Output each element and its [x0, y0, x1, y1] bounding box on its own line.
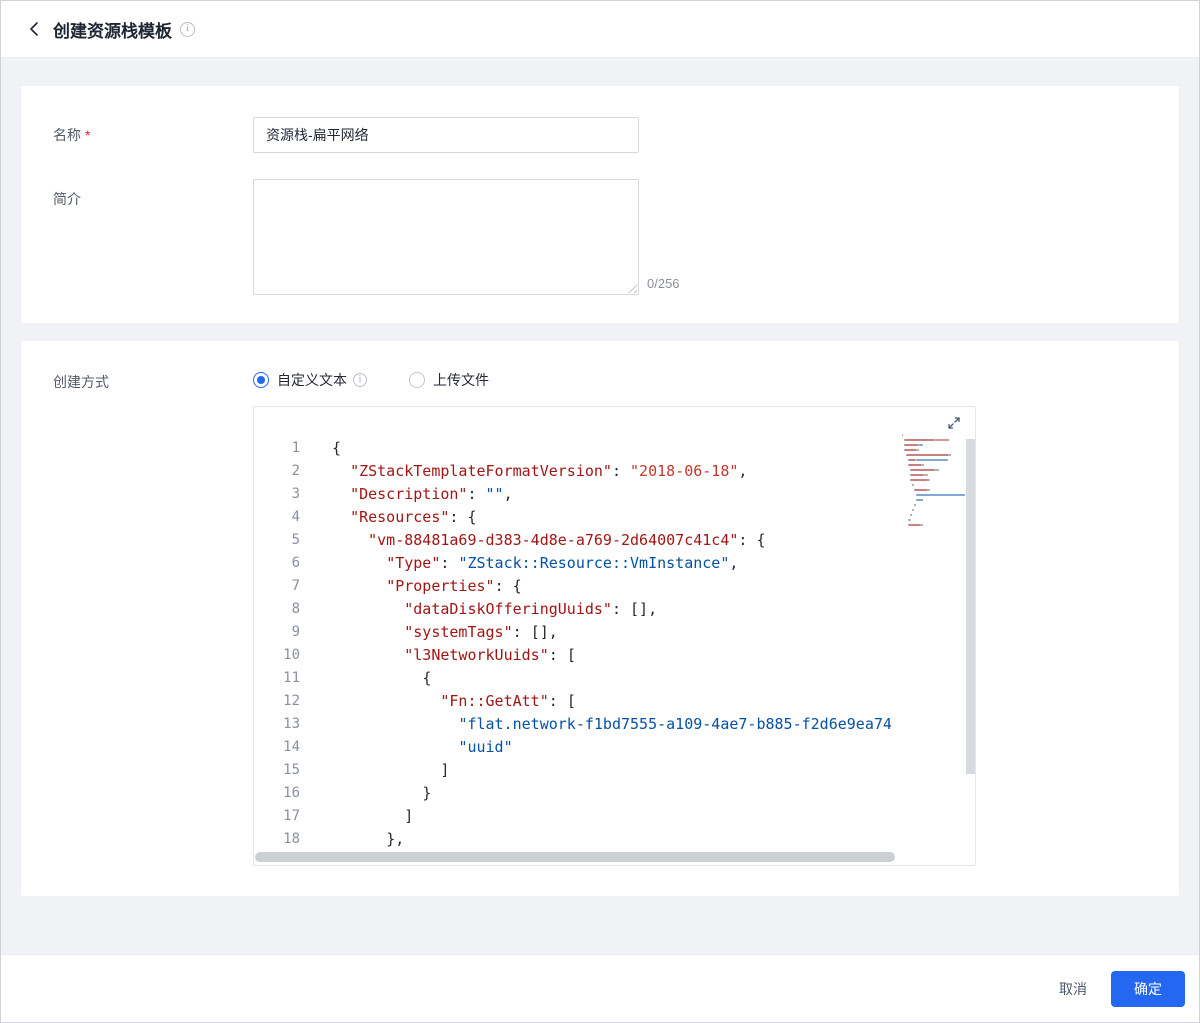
code-line: ]	[440, 761, 450, 779]
creation-method-controls: 自定义文本 上传文件 12345678910111213141516171819…	[253, 369, 1147, 866]
minimap-row	[902, 499, 966, 501]
name-label-cell: 名称 *	[53, 117, 253, 153]
creation-method-card: 创建方式 自定义文本 上传文件	[21, 341, 1179, 896]
name-input[interactable]	[253, 117, 639, 153]
horizontal-scrollbar[interactable]	[255, 852, 895, 862]
minimap-row	[902, 444, 966, 446]
page-title: 创建资源栈模板	[53, 21, 172, 41]
desc-label-cell: 简介	[53, 179, 253, 295]
template-code-editor[interactable]: 12345678910111213141516171819 { "ZStackT…	[253, 406, 976, 866]
minimap-row	[902, 464, 966, 466]
line-number: 13	[283, 716, 300, 732]
confirm-button[interactable]: 确定	[1111, 970, 1185, 1007]
code-line: "Description": "",	[350, 485, 513, 503]
minimap-row	[902, 474, 966, 476]
code-line: ]	[404, 807, 414, 825]
minimap-row	[902, 504, 966, 506]
desc-textarea-wrap: 0/256	[253, 179, 680, 295]
radio-label-custom-text: 自定义文本	[277, 372, 347, 388]
minimap-row	[902, 524, 966, 526]
creation-method-radio-group: 自定义文本 上传文件	[253, 369, 1147, 391]
content-area: 名称 * 简介 0/256 创建方式	[1, 58, 1199, 954]
page-header: 创建资源栈模板	[1, 1, 1199, 58]
line-number: 17	[283, 808, 300, 824]
description-form-row: 简介 0/256	[53, 179, 1147, 295]
radio-label-upload-file: 上传文件	[433, 372, 489, 388]
minimap-row	[902, 509, 966, 511]
creation-method-label-cell: 创建方式	[53, 369, 253, 866]
code-line: "Resources": {	[350, 508, 477, 526]
custom-text-info-icon[interactable]	[353, 373, 367, 387]
line-number: 10	[283, 647, 300, 663]
line-number: 1	[291, 440, 300, 456]
line-number: 15	[283, 762, 300, 778]
line-number: 11	[283, 670, 300, 686]
line-number: 5	[291, 532, 300, 548]
required-asterisk: *	[85, 127, 91, 143]
code-line: {	[422, 669, 432, 687]
cancel-button[interactable]: 取消	[1041, 971, 1105, 1007]
minimap-row	[902, 489, 966, 491]
radio-unselected-icon	[409, 372, 425, 388]
back-button[interactable]	[25, 20, 43, 38]
code-line: "l3NetworkUuids": [	[404, 646, 576, 664]
code-line: },	[386, 830, 405, 848]
code-line: {	[332, 439, 342, 457]
minimap-row	[902, 454, 966, 456]
code-line: "uuid"	[458, 738, 513, 756]
vertical-scrollbar[interactable]	[966, 439, 975, 774]
desc-label: 简介	[53, 191, 81, 207]
code-line: "systemTags": [],	[404, 623, 558, 641]
radio-selected-icon	[253, 372, 269, 388]
code-content[interactable]: { "ZStackTemplateFormatVersion": "2018-0…	[332, 437, 897, 859]
code-line: "Type": "ZStack::Resource::VmInstance",	[386, 554, 739, 572]
footer-bar: 取消 确定	[1, 954, 1199, 1022]
minimap-row	[902, 439, 966, 441]
minimap-row	[902, 469, 966, 471]
line-number: 8	[291, 601, 300, 617]
code-line: }	[422, 784, 432, 802]
radio-option-upload-file[interactable]: 上传文件	[409, 370, 489, 390]
minimap-row	[902, 514, 966, 516]
code-line: "vm-88481a69-d383-4d8e-a769-2d64007c41c4…	[368, 531, 766, 549]
code-line: "Properties": {	[386, 577, 522, 595]
desc-textarea[interactable]	[253, 179, 639, 295]
minimap-row	[902, 459, 966, 461]
code-line: "flat.network-f1bd7555-a109-4ae7-b885-f2…	[458, 715, 892, 733]
expand-editor-button[interactable]	[945, 414, 963, 432]
line-number: 14	[283, 739, 300, 755]
code-line: "ZStackTemplateFormatVersion": "2018-06-…	[350, 462, 748, 480]
line-number: 4	[291, 509, 300, 525]
line-number: 16	[283, 785, 300, 801]
line-number-gutter: 12345678910111213141516171819	[254, 437, 300, 859]
line-number: 12	[283, 693, 300, 709]
title-info-icon[interactable]	[180, 21, 195, 37]
line-number: 18	[283, 831, 300, 847]
radio-option-custom-text[interactable]: 自定义文本	[253, 370, 367, 390]
chevron-left-icon	[29, 21, 39, 37]
line-number: 2	[291, 463, 300, 479]
minimap-row	[902, 484, 966, 486]
creation-method-label: 创建方式	[53, 374, 109, 390]
minimap[interactable]	[902, 434, 966, 529]
name-form-row: 名称 *	[53, 117, 1147, 153]
line-number: 6	[291, 555, 300, 571]
char-counter: 0/256	[647, 276, 680, 291]
minimap-row	[902, 494, 966, 496]
minimap-row	[902, 479, 966, 481]
line-number: 9	[291, 624, 300, 640]
minimap-row	[902, 519, 966, 521]
code-line: "dataDiskOfferingUuids": [],	[404, 600, 658, 618]
creation-method-row: 创建方式 自定义文本 上传文件	[53, 369, 1147, 866]
code-line: "Fn::GetAtt": [	[440, 692, 576, 710]
expand-icon	[947, 416, 961, 430]
line-number: 7	[291, 578, 300, 594]
line-number: 3	[291, 486, 300, 502]
basic-info-card: 名称 * 简介 0/256	[21, 86, 1179, 323]
minimap-row	[902, 434, 966, 436]
create-resource-stack-template-page: 创建资源栈模板 名称 * 简介 0/256	[0, 0, 1200, 1023]
minimap-row	[902, 449, 966, 451]
name-label: 名称	[53, 127, 81, 143]
